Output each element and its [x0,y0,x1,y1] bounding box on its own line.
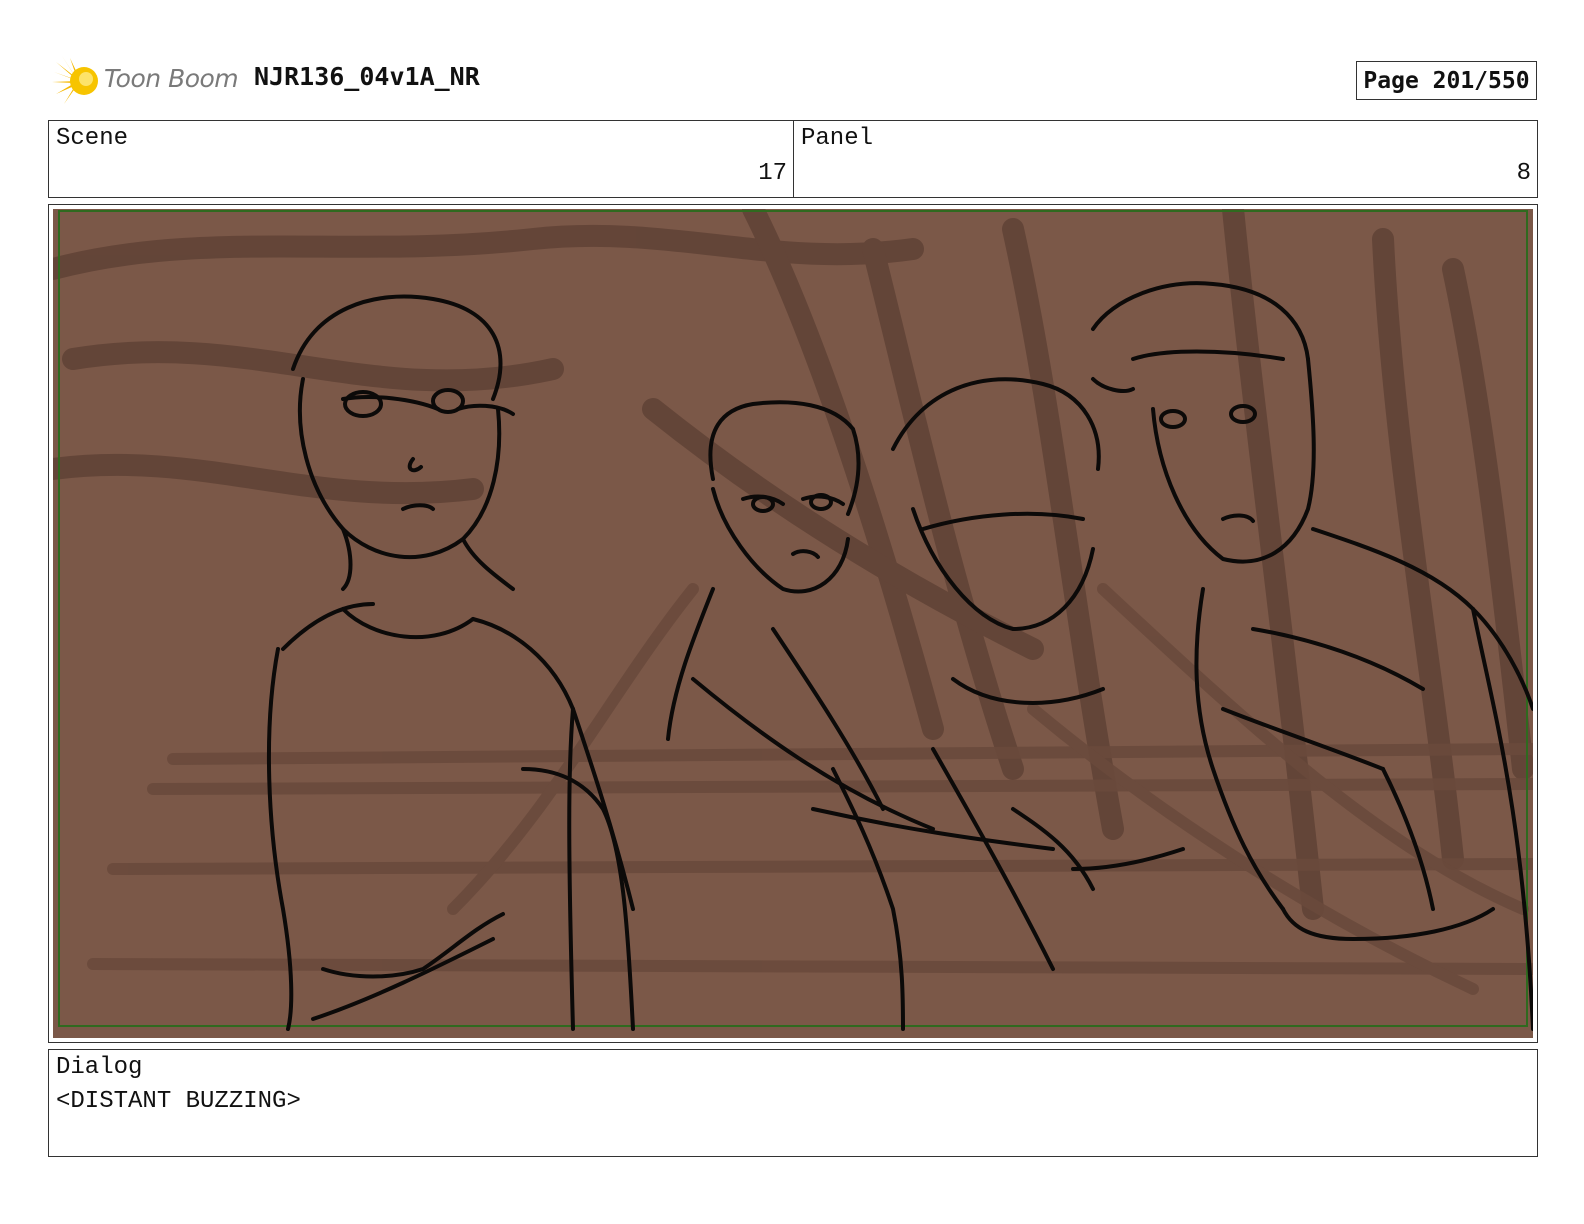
panel-label: Panel [801,125,874,152]
panel-number: 8 [1516,160,1531,187]
scene-panel-row: Scene 17 Panel 8 [48,120,1538,198]
dialog-box: Dialog <DISTANT BUZZING> [48,1049,1538,1157]
scene-cell: Scene 17 [49,121,794,197]
page-indicator: Page 201/550 [1356,61,1537,100]
logo-text: Toon Boom [104,64,239,93]
storyboard-frame [48,204,1538,1043]
dialog-label: Dialog [56,1054,143,1081]
scene-label: Scene [56,125,129,152]
page-label: Page 201/550 [1363,67,1530,94]
scene-number: 17 [758,160,787,187]
sketch-drawing [53,209,1533,1031]
starburst-icon [52,56,98,104]
storyboard-image [53,209,1533,1038]
project-title: NJR136_04v1A_NR [254,62,480,91]
dialog-text: <DISTANT BUZZING> [56,1088,301,1115]
toon-boom-logo: Toon Boom [52,56,242,106]
panel-cell: Panel 8 [794,121,1537,197]
